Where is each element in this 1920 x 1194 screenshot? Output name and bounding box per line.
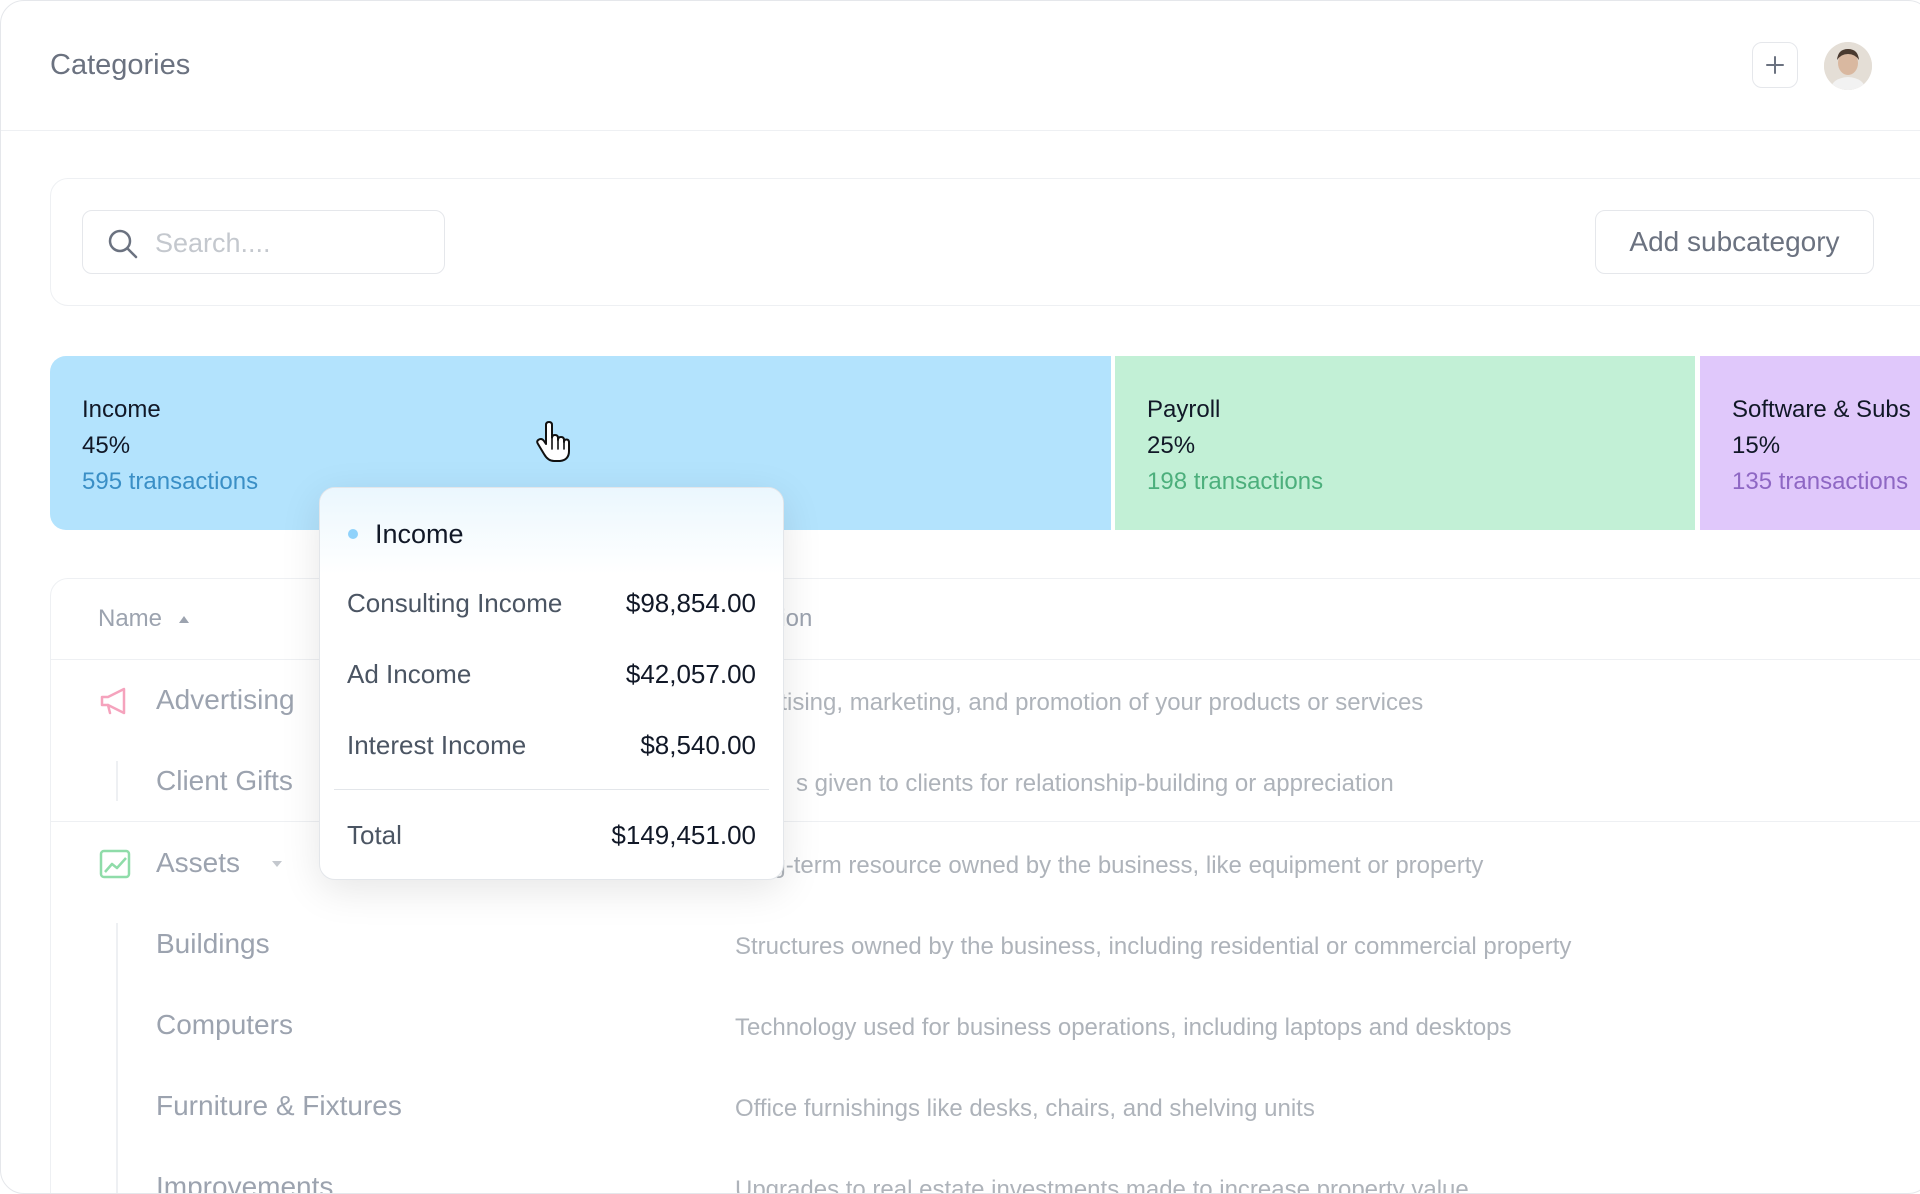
- search-placeholder: Search....: [155, 228, 271, 258]
- tree-line: [116, 761, 118, 801]
- add-subcategory-button[interactable]: Add subcategory: [1595, 210, 1874, 274]
- column-header-name[interactable]: Name: [98, 605, 162, 633]
- segment-name: Payroll: [1147, 396, 1221, 423]
- table-row-name[interactable]: Client Gifts: [156, 765, 293, 797]
- chart-line-icon: [99, 849, 131, 879]
- app-window: Categories Search.... Add subcategory In…: [0, 0, 1920, 1194]
- table-row-name[interactable]: Improvements: [156, 1171, 333, 1193]
- segment-percent: 45%: [82, 432, 131, 459]
- breakdown-segment-software[interactable]: Software & Subs 15% 135 transactions: [1700, 356, 1920, 530]
- tooltip-line-value: $98,854.00: [625, 588, 756, 618]
- tree-line: [116, 923, 118, 1193]
- chevron-down-icon[interactable]: [271, 859, 283, 869]
- segment-transactions: 198 transactions: [1147, 468, 1324, 495]
- table-row-description: ng-term resource owned by the business, …: [759, 852, 1484, 879]
- tooltip-divider: [334, 789, 769, 790]
- add-button[interactable]: [1752, 42, 1798, 88]
- page-title: Categories: [50, 49, 191, 81]
- income-tooltip: Income Consulting Income $98,854.00 Ad I…: [319, 487, 784, 880]
- top-bar: [1, 1, 1920, 131]
- table-row-name[interactable]: Buildings: [156, 928, 270, 960]
- plus-icon: [1766, 56, 1784, 74]
- table-row-name[interactable]: Assets: [156, 847, 240, 879]
- tooltip-line-label: Interest Income: [347, 730, 527, 760]
- table-row-description: s given to clients for relationship-buil…: [796, 770, 1394, 797]
- table-row-name[interactable]: Computers: [156, 1009, 293, 1041]
- segment-transactions: 135 transactions: [1732, 468, 1909, 495]
- tooltip-total-value: $149,451.00: [611, 820, 756, 850]
- table-row-description: ertising, marketing, and promotion of yo…: [759, 689, 1424, 716]
- table-row-description: Structures owned by the business, includ…: [735, 933, 1572, 960]
- pointer-hand-icon: [536, 421, 570, 462]
- segment-percent: 15%: [1732, 432, 1781, 459]
- tooltip-line-label: Consulting Income: [347, 588, 563, 618]
- avatar[interactable]: [1824, 42, 1872, 90]
- table-row-name[interactable]: Advertising: [156, 684, 295, 716]
- tooltip-title: Income: [375, 519, 464, 549]
- table-row-name[interactable]: Furniture & Fixtures: [156, 1090, 402, 1122]
- breakdown-segment-payroll[interactable]: Payroll 25% 198 transactions: [1115, 356, 1695, 530]
- segment-name: Income: [82, 396, 161, 423]
- megaphone-icon: [100, 687, 126, 715]
- table-row-description: Office furnishings like desks, chairs, a…: [735, 1095, 1315, 1122]
- search-icon: [108, 229, 138, 259]
- table-row-description: Upgrades to real estate investments made…: [735, 1176, 1469, 1194]
- segment-name: Software & Subs: [1732, 396, 1911, 423]
- tooltip-line-value: $8,540.00: [640, 730, 756, 760]
- sort-up-icon[interactable]: [178, 614, 190, 624]
- table-row-description: Technology used for business operations,…: [735, 1014, 1512, 1041]
- tooltip-total-label: Total: [347, 820, 402, 850]
- tooltip-line-value: $42,057.00: [625, 659, 756, 689]
- legend-dot: [348, 529, 358, 539]
- search-input[interactable]: Search....: [82, 210, 445, 274]
- tooltip-line-label: Ad Income: [347, 659, 472, 689]
- segment-percent: 25%: [1147, 432, 1196, 459]
